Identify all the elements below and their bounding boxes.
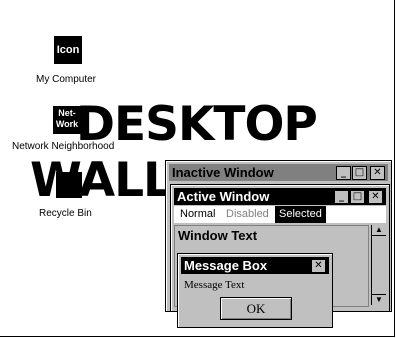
minimize-button[interactable]: _ [336,166,351,180]
inactive-window-title: Inactive Window [172,165,274,180]
recycle-bin-icon[interactable] [56,172,82,198]
wallpaper-text-line2: WALL [30,153,173,208]
menu-bar: Normal Disabled Selected [174,206,386,223]
window-text: Window Text [178,228,258,243]
my-computer-label[interactable]: My Computer [36,74,96,85]
menu-item-selected[interactable]: Selected [275,206,326,223]
scroll-down-arrow-icon[interactable]: ▼ [372,294,386,305]
scroll-up-arrow-icon[interactable]: ▲ [372,225,386,236]
maximize-button[interactable]: □ [350,190,365,204]
close-button[interactable]: ✕ [370,166,385,180]
message-box-close-button[interactable]: ✕ [311,259,326,273]
my-computer-icon[interactable]: Icon [54,36,82,64]
ok-button[interactable]: OK [220,297,292,320]
vertical-scrollbar[interactable]: ▲ ▼ [371,225,386,305]
message-text: Message Text [184,279,245,291]
close-button[interactable]: ✕ [368,190,383,204]
network-neighborhood-label[interactable]: Network Neighborhood [12,141,114,152]
network-icon-text-line1: Net- [58,108,76,118]
minimize-button[interactable]: _ [334,190,349,204]
network-neighborhood-icon[interactable]: Net- Work [53,106,81,134]
recycle-bin-label[interactable]: Recycle Bin [39,208,92,219]
active-window-title: Active Window [177,189,270,204]
menu-item-disabled: Disabled [226,208,269,220]
message-box-titlebar[interactable]: Message Box ✕ [181,257,329,274]
inactive-window-titlebar[interactable]: Inactive Window _ □ ✕ [169,164,388,181]
message-box[interactable]: Message Box ✕ Message Text OK [177,253,333,328]
menu-item-normal[interactable]: Normal [176,206,219,223]
active-window-titlebar[interactable]: Active Window _ □ ✕ [174,188,386,205]
maximize-button[interactable]: □ [352,166,367,180]
network-icon-text-line2: Work [55,119,79,129]
message-box-title: Message Box [184,258,268,273]
